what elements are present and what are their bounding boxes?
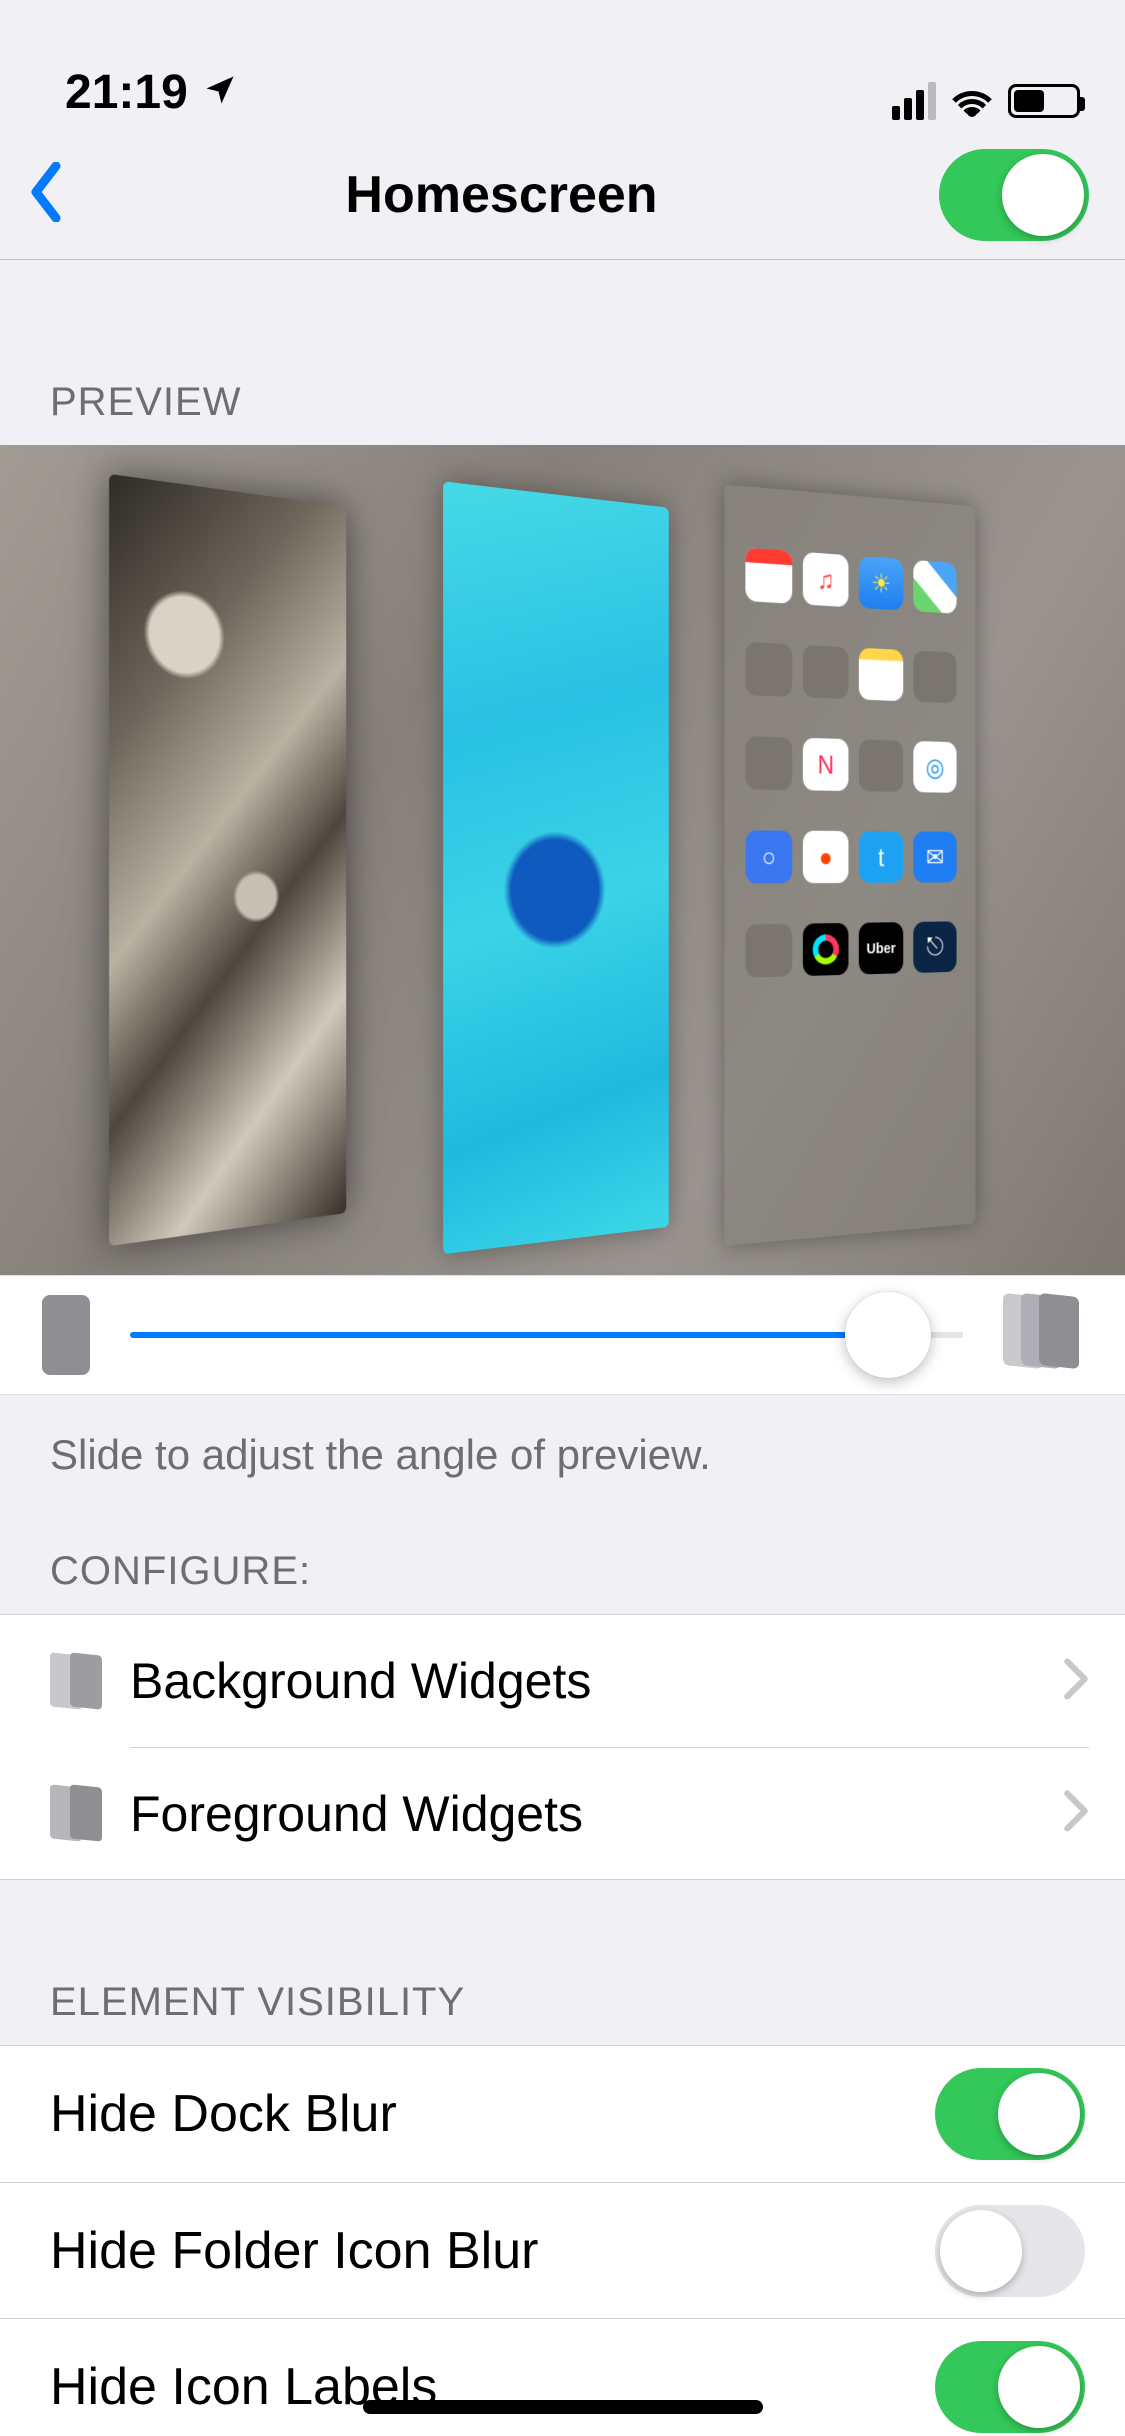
app-notes-icon: [859, 648, 903, 702]
nav-bar: Homescreen: [0, 130, 1125, 260]
section-header-preview: Preview: [0, 260, 1125, 445]
visibility-toggle[interactable]: [935, 2341, 1085, 2433]
app-uber-icon: Uber: [859, 922, 903, 974]
chevron-right-icon: [1063, 1658, 1089, 1705]
app-calendar-icon: [745, 548, 792, 604]
visibility-row: Hide Icon Labels: [0, 2318, 1125, 2436]
visibility-label: Hide Dock Blur: [50, 2084, 397, 2144]
preview-angle-slider[interactable]: [130, 1332, 963, 1338]
wifi-icon: [948, 83, 996, 119]
configure-list: Background Widgets Foreground Widgets: [0, 1614, 1125, 1880]
slider-max-icon: [1003, 1295, 1083, 1375]
row-label: Foreground Widgets: [130, 1785, 1063, 1843]
back-button[interactable]: [28, 162, 64, 227]
homescreen-enable-toggle[interactable]: [939, 149, 1089, 241]
app-placeholder-icon: [745, 642, 792, 697]
visibility-toggle[interactable]: [935, 2068, 1085, 2160]
status-time: 21:19: [65, 65, 188, 120]
battery-icon: [1008, 84, 1080, 118]
app-mail-icon: ✉: [913, 831, 956, 882]
app-safari-icon: ◎: [913, 741, 956, 793]
app-signal-icon: ○: [745, 830, 792, 883]
cellular-icon: [892, 82, 936, 120]
app-fitness-icon: [803, 923, 849, 976]
chevron-right-icon: [1063, 1790, 1089, 1837]
preview-layer-icons: ♫☀ N ◎ ○●t✉Uber⎋: [724, 484, 975, 1245]
app-placeholder-icon: [745, 736, 792, 790]
slider-min-icon: [42, 1295, 90, 1375]
slider-thumb[interactable]: [845, 1292, 931, 1378]
slider-help-text: Slide to adjust the angle of preview.: [0, 1395, 1125, 1479]
visibility-list: Hide Dock Blur Hide Folder Icon Blur Hide …: [0, 2045, 1125, 2436]
location-icon: [202, 65, 238, 120]
section-header-configure: Configure:: [0, 1479, 1125, 1614]
panes-icon: [50, 1782, 130, 1844]
app-help-icon: ⎋: [913, 921, 956, 973]
status-bar: 21:19: [0, 0, 1125, 130]
section-header-visibility: Element Visibility: [0, 1880, 1125, 2045]
visibility-row: Hide Dock Blur: [0, 2046, 1125, 2182]
app-placeholder-icon: [913, 650, 956, 703]
home-indicator[interactable]: [363, 2400, 763, 2414]
app-weather-icon: ☀: [859, 556, 903, 611]
visibility-label: Hide Folder Icon Blur: [50, 2221, 538, 2281]
app-placeholder-icon: [745, 924, 792, 978]
preview-angle-slider-row: [0, 1275, 1125, 1395]
app-placeholder-icon: [859, 739, 903, 792]
visibility-toggle[interactable]: [935, 2205, 1085, 2297]
app-maps-icon: [913, 560, 956, 614]
row-background-widgets[interactable]: Background Widgets: [0, 1615, 1125, 1747]
app-news-icon: N: [803, 738, 849, 791]
app-music-icon: ♫: [803, 552, 849, 607]
preview-layer-wallpaper: [443, 481, 669, 1254]
panes-icon: [50, 1650, 130, 1712]
app-placeholder-icon: [803, 645, 849, 699]
page-title: Homescreen: [345, 165, 657, 225]
visibility-row: Hide Folder Icon Blur: [0, 2182, 1125, 2318]
preview-layer-background: [109, 474, 346, 1246]
preview-panel: ♫☀ N ◎ ○●t✉Uber⎋: [0, 445, 1125, 1275]
app-twitter-icon: t: [859, 831, 903, 883]
app-reddit-icon: ●: [803, 831, 849, 884]
row-label: Background Widgets: [130, 1652, 1063, 1710]
row-foreground-widgets[interactable]: Foreground Widgets: [0, 1747, 1125, 1879]
